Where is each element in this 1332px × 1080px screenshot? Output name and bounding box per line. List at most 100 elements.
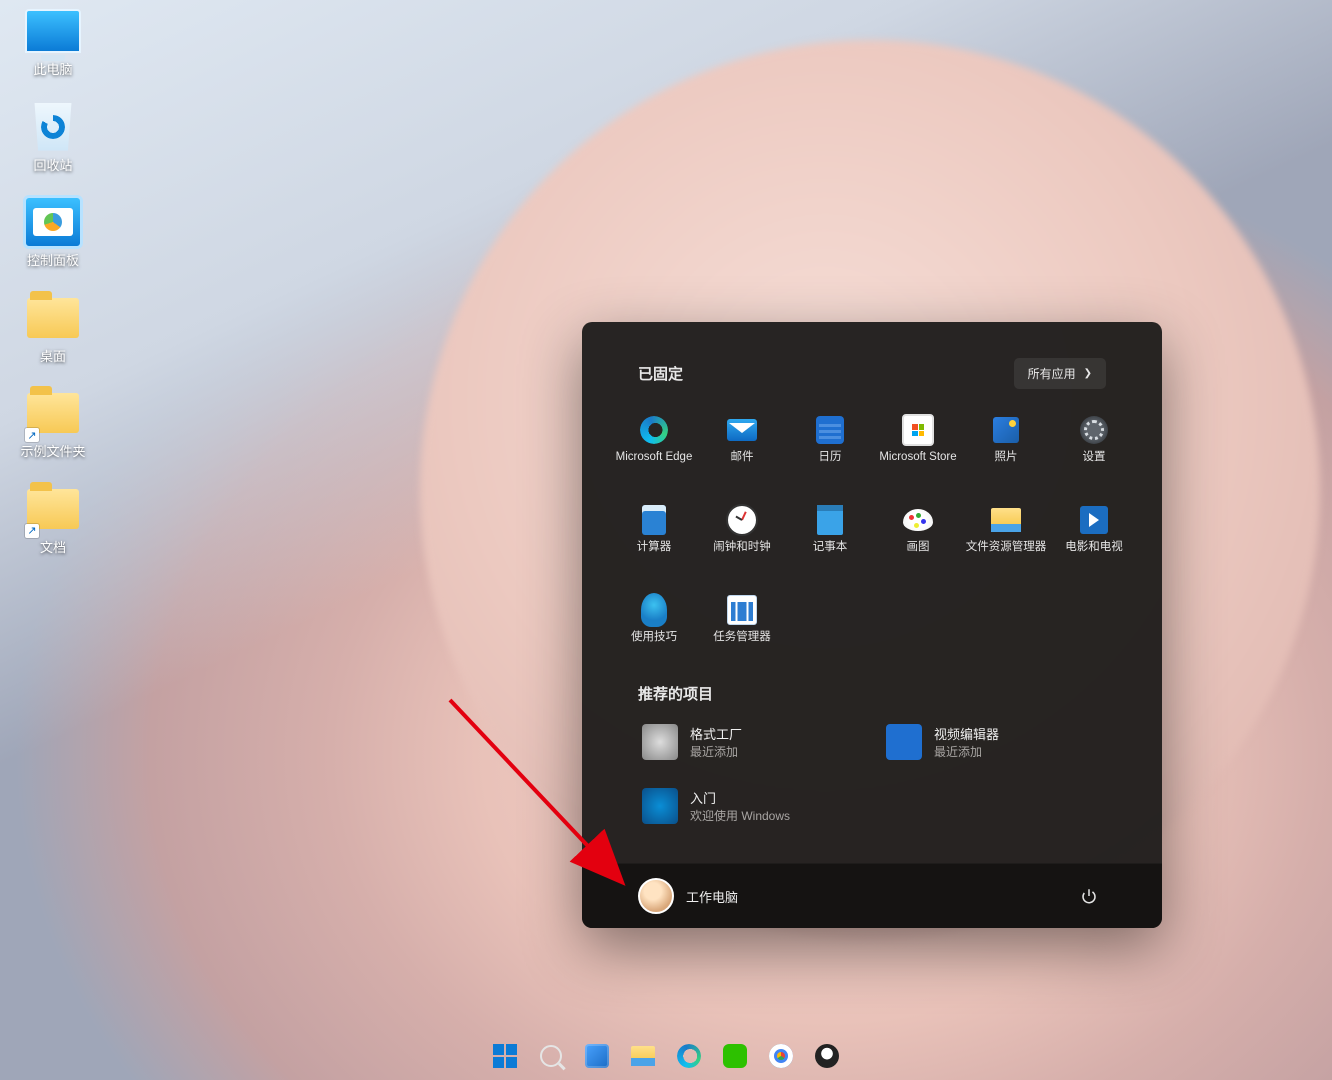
taskbar-center (485, 1036, 847, 1076)
taskbar-taskview[interactable] (577, 1036, 617, 1076)
shortcut-overlay-icon: ↗ (25, 524, 39, 538)
pinned-paint[interactable]: 画图 (874, 499, 962, 575)
notepad-icon (813, 503, 847, 537)
taskbar-explorer[interactable] (623, 1036, 663, 1076)
pinned-label: Microsoft Store (879, 451, 956, 464)
pinned-settings[interactable]: 设置 (1050, 409, 1138, 485)
calculator-icon (637, 503, 671, 537)
recommended-video-editor[interactable]: 视频编辑器最近添加 (882, 720, 1106, 764)
desktop-icon-desktop-folder[interactable]: 桌面 (8, 293, 98, 365)
desktop-icon-label: 示例文件夹 (20, 444, 85, 460)
get-started-icon (642, 788, 678, 824)
desktop-icon-label: 此电脑 (33, 62, 72, 78)
explorer-icon (631, 1046, 655, 1066)
pinned-notepad[interactable]: 记事本 (786, 499, 874, 575)
pinned-label: 文件资源管理器 (966, 541, 1047, 554)
taskbar-tencent[interactable] (807, 1036, 847, 1076)
pinned-label: 任务管理器 (713, 631, 771, 644)
pinned-edge[interactable]: Microsoft Edge (610, 409, 698, 485)
tencent-icon (815, 1044, 839, 1068)
pc-icon (23, 6, 83, 56)
desktop-icon-sample-folder[interactable]: ↗ 示例文件夹 (8, 388, 98, 460)
movies-icon (1077, 503, 1111, 537)
recommended-subtitle: 最近添加 (934, 743, 999, 760)
recommended-subtitle: 欢迎使用 Windows (690, 807, 790, 824)
edge-icon (677, 1044, 701, 1068)
recommended-subtitle: 最近添加 (690, 743, 742, 760)
desktop-icon-label: 控制面板 (27, 253, 79, 269)
bin-icon (23, 102, 83, 152)
taskbar-wechat[interactable] (715, 1036, 755, 1076)
pinned-label: 日历 (819, 451, 842, 464)
desktop-icon-control-panel[interactable]: 控制面板 (8, 197, 98, 269)
mail-icon (725, 413, 759, 447)
desktop-icon-this-pc[interactable]: 此电脑 (8, 6, 98, 78)
recommended-title: 视频编辑器 (934, 724, 999, 743)
pinned-photos[interactable]: 照片 (962, 409, 1050, 485)
format-factory-icon (642, 724, 678, 760)
taskbar-start[interactable] (485, 1036, 525, 1076)
shortcut-overlay-icon: ↗ (25, 428, 39, 442)
all-apps-label: 所有应用 (1028, 365, 1076, 382)
pinned-label: 画图 (907, 541, 930, 554)
pinned-label: 闹钟和时钟 (713, 541, 771, 554)
start-menu: 已固定 所有应用 ❯ Microsoft Edge 邮件 日历 Microsoft S… (582, 322, 1162, 928)
taskmgr-icon (725, 593, 759, 627)
chevron-right-icon: ❯ (1084, 368, 1092, 379)
pinned-label: 电影和电视 (1065, 541, 1123, 554)
desktop-icon-recycle-bin[interactable]: 回收站 (8, 102, 98, 174)
folder-icon (23, 293, 83, 343)
pinned-calendar[interactable]: 日历 (786, 409, 874, 485)
user-name: 工作电脑 (686, 887, 738, 906)
desktop-icon-documents-folder[interactable]: ↗文档 (8, 484, 98, 556)
wechat-icon (723, 1044, 747, 1068)
paint-icon (901, 503, 935, 537)
desktop-icon-label: 桌面 (40, 349, 66, 365)
explorer-icon (989, 503, 1023, 537)
user-account-button[interactable]: 工作电脑 (638, 878, 738, 914)
pinned-label: Microsoft Edge (616, 451, 693, 464)
calendar-icon (813, 413, 847, 447)
pinned-apps-grid: Microsoft Edge 邮件 日历 Microsoft Store 照片设置计算器… (582, 389, 1162, 665)
recommended-get-started[interactable]: 入门欢迎使用 Windows (638, 784, 862, 828)
all-apps-button[interactable]: 所有应用 ❯ (1014, 358, 1106, 389)
search-icon (540, 1045, 562, 1067)
taskbar (0, 940, 1332, 1080)
recommended-title: 格式工厂 (690, 724, 742, 743)
recommended-header: 推荐的项目 (638, 683, 1106, 704)
pinned-movies[interactable]: 电影和电视 (1050, 499, 1138, 575)
pinned-label: 使用技巧 (631, 631, 677, 644)
pinned-mail[interactable]: 邮件 (698, 409, 786, 485)
pinned-taskmgr[interactable]: 任务管理器 (698, 589, 786, 665)
edge-icon (637, 413, 671, 447)
recommended-format-factory[interactable]: 格式工厂最近添加 (638, 720, 862, 764)
pinned-label: 记事本 (813, 541, 848, 554)
pinned-store[interactable]: Microsoft Store (874, 409, 962, 485)
pinned-label: 邮件 (731, 451, 754, 464)
taskbar-chrome[interactable] (761, 1036, 801, 1076)
desktop-icons: 此电脑回收站控制面板桌面↗示例文件夹↗文档 (8, 6, 98, 556)
start-footer: 工作电脑 (582, 863, 1162, 928)
pinned-alarms[interactable]: 闹钟和时钟 (698, 499, 786, 575)
power-button[interactable] (1072, 879, 1106, 913)
cp-icon (23, 197, 83, 247)
video-editor-icon (886, 724, 922, 760)
taskbar-edge[interactable] (669, 1036, 709, 1076)
settings-icon (1077, 413, 1111, 447)
recommended-title: 入门 (690, 788, 790, 807)
pinned-label: 设置 (1083, 451, 1106, 464)
recommended-grid: 格式工厂最近添加视频编辑器最近添加入门欢迎使用 Windows (638, 720, 1106, 828)
store-icon (901, 413, 935, 447)
tips-icon (637, 593, 671, 627)
start-icon (493, 1044, 517, 1068)
desktop-icon-label: 文档 (40, 540, 66, 556)
pinned-header: 已固定 (638, 363, 683, 384)
desktop-icon-label: 回收站 (33, 158, 72, 174)
photos-icon (989, 413, 1023, 447)
taskbar-search[interactable] (531, 1036, 571, 1076)
power-icon (1080, 887, 1098, 905)
pinned-tips[interactable]: 使用技巧 (610, 589, 698, 665)
user-avatar-icon (638, 878, 674, 914)
pinned-explorer[interactable]: 文件资源管理器 (962, 499, 1050, 575)
pinned-calculator[interactable]: 计算器 (610, 499, 698, 575)
